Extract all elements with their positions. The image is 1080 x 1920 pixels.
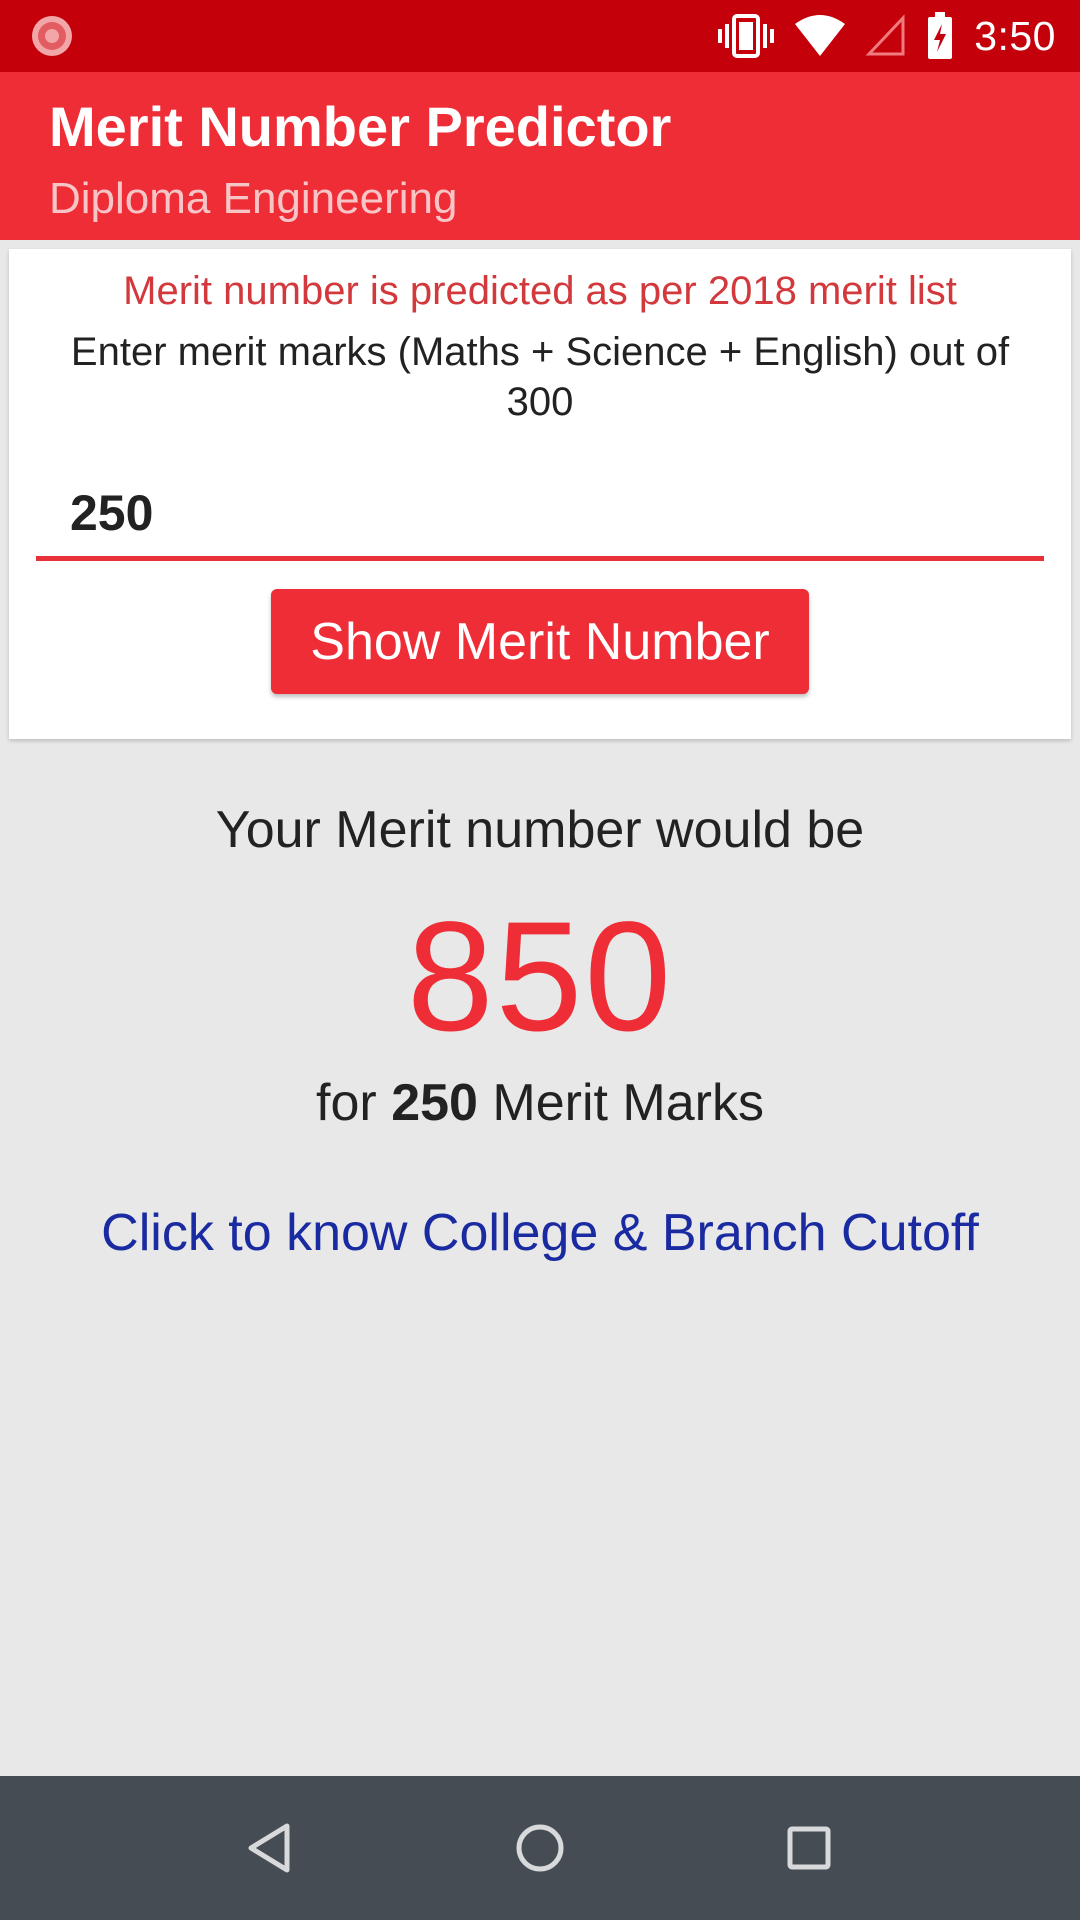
clock: 3:50 — [974, 12, 1056, 59]
summary-marks: 250 — [391, 1074, 478, 1132]
app-notification-icon — [32, 16, 72, 56]
merit-marks-summary: for 250 Merit Marks — [0, 1073, 1080, 1133]
status-bar: 3:50 — [0, 0, 1080, 72]
input-instruction: Enter merit marks (Maths + Science + Eng… — [70, 330, 1010, 424]
result-heading: Your Merit number would be — [215, 801, 865, 859]
merit-marks-input[interactable] — [36, 469, 1044, 561]
show-merit-number-button[interactable]: Show Merit Number — [271, 589, 809, 694]
summary-suffix: Merit Marks — [477, 1074, 764, 1132]
navigation-bar — [0, 1776, 1080, 1920]
home-icon[interactable] — [504, 1812, 576, 1884]
vibrate-icon — [718, 14, 775, 58]
back-icon[interactable] — [235, 1812, 307, 1884]
wifi-icon — [795, 15, 846, 56]
input-card: Merit number is predicted as per 2018 me… — [9, 249, 1071, 739]
prediction-notice: Merit number is predicted as per 2018 me… — [123, 269, 957, 313]
app-title: Merit Number Predictor — [49, 95, 672, 158]
merit-number-value: 850 — [406, 890, 674, 1064]
signal-icon — [866, 14, 905, 56]
app-bar: Merit Number Predictor Diploma Engineeri… — [0, 72, 1080, 240]
summary-prefix: for — [316, 1074, 392, 1132]
screen: 3:50 Merit Number Predictor Diploma Engi… — [0, 0, 1080, 1920]
college-branch-cutoff-link[interactable]: Click to know College & Branch Cutoff — [0, 1203, 1080, 1263]
status-icons: 3:50 — [718, 0, 1056, 72]
recent-apps-icon[interactable] — [773, 1812, 845, 1884]
battery-charging-icon — [928, 12, 953, 59]
app-subtitle: Diploma Engineering — [49, 174, 458, 223]
